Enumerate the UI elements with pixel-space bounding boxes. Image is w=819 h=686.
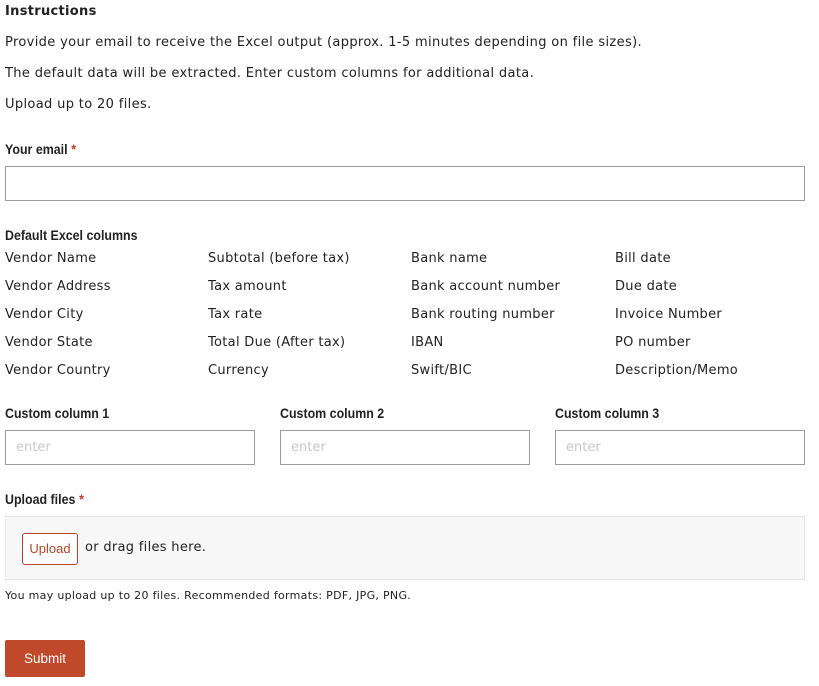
default-column-item: Description/Memo [615,363,739,378]
default-column-item: Bank routing number [411,307,555,322]
custom-column-3-label: Custom column 3 [555,406,660,421]
default-column-item: Total Due (After tax) [208,335,346,350]
instruction-line-default-data: The default data will be extracted. Ente… [5,66,535,81]
custom-column-1-input[interactable] [5,430,255,465]
default-column-item: Bank name [411,251,488,266]
custom-column-2-input[interactable] [280,430,530,465]
custom-column-2-label: Custom column 2 [280,406,385,421]
default-column-item: Subtotal (before tax) [208,251,350,266]
custom-column-3-input[interactable] [555,430,805,465]
email-field[interactable] [5,166,805,201]
drag-files-hint: or drag files here. [85,540,207,555]
default-column-item: Due date [615,279,678,294]
instruction-line-email: Provide your email to receive the Excel … [5,35,642,50]
default-column-item: Swift/BIC [411,363,472,378]
default-column-item: Vendor Country [5,363,111,378]
default-columns-label: Default Excel columns [5,228,138,243]
default-column-item: Invoice Number [615,307,723,322]
default-column-item: PO number [615,335,691,350]
email-required-mark: * [71,142,77,157]
default-column-item: Currency [208,363,269,378]
instructions-title: Instructions [5,4,97,19]
default-column-item: Vendor City [5,307,84,322]
default-column-item: Vendor Name [5,251,97,266]
default-column-item: Tax rate [208,307,263,322]
upload-files-label: Upload files * [5,492,84,507]
upload-files-label-text: Upload files [5,492,76,507]
upload-button[interactable]: Upload [22,533,78,565]
custom-column-1-label: Custom column 1 [5,406,110,421]
upload-required-mark: * [79,492,84,507]
default-column-item: IBAN [411,335,444,350]
default-column-item: Tax amount [208,279,287,294]
email-label: Your email * [5,142,76,157]
default-column-item: Vendor State [5,335,93,350]
instruction-line-upload-limit: Upload up to 20 files. [5,97,152,112]
default-column-item: Bank account number [411,279,561,294]
default-column-item: Vendor Address [5,279,111,294]
upload-help-text: You may upload up to 20 files. Recommend… [5,589,412,602]
default-column-item: Bill date [615,251,671,266]
upload-dropzone[interactable]: Upload or drag files here. [5,516,805,580]
submit-button[interactable]: Submit [5,640,85,677]
email-label-text: Your email [5,142,68,157]
